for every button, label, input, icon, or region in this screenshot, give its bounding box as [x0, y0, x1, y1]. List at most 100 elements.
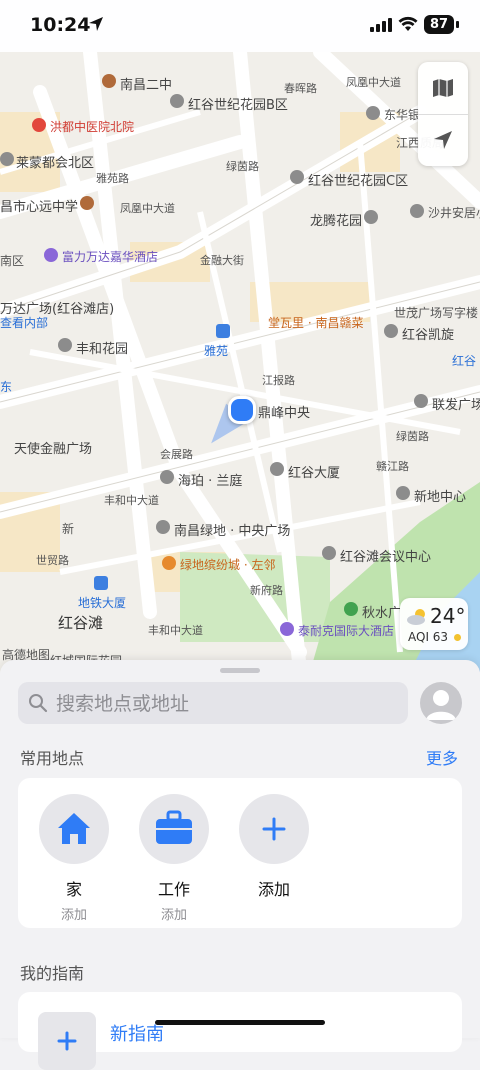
guides-title: 我的指南	[20, 964, 85, 983]
road-label: 绿茵路	[396, 430, 429, 443]
map-label: 海珀 · 兰庭	[178, 474, 243, 489]
road-label: 凤凰中大道	[120, 202, 175, 215]
map-label: 新地中心	[414, 490, 467, 505]
new-guide-thumb	[38, 1012, 96, 1070]
map-label: 红谷滩	[58, 614, 104, 632]
map-label: 绿地缤纷城 · 左邻	[180, 558, 276, 572]
road-label: 金融大街	[200, 254, 244, 267]
favorites-card: 家 添加 工作 添加 添加	[18, 778, 462, 928]
map-label: 莱蒙都会北区	[16, 156, 95, 171]
weather-badge[interactable]: 24° AQI 63	[400, 598, 468, 650]
aqi-status-dot	[454, 634, 461, 641]
map-controls	[418, 62, 468, 166]
favorite-work-circle	[139, 794, 209, 864]
residence-icon	[410, 204, 424, 218]
person-icon	[426, 690, 456, 720]
location-arrow-icon	[89, 17, 103, 31]
map-label: 东	[0, 380, 13, 394]
map-view[interactable]: 南昌二中 红谷世纪花园Β区 凤凰中大道 洪都中医院北院 春晖路 东华银 江西质局…	[0, 52, 480, 672]
favorite-home-circle	[39, 794, 109, 864]
favorite-label: 家	[65, 880, 82, 899]
road-label: 江报路	[262, 374, 295, 387]
favorite-add-circle	[239, 794, 309, 864]
road-label: 赣江路	[376, 460, 409, 473]
map-label: 红谷凯旋	[402, 328, 455, 343]
road-label: 丰和中大道	[148, 624, 203, 637]
metro-station-icon	[216, 324, 230, 338]
shopping-icon	[162, 556, 176, 570]
residence-icon	[290, 170, 304, 184]
home-indicator[interactable]	[155, 1020, 325, 1025]
road-label: 春晖路	[284, 82, 317, 95]
search-icon	[29, 694, 48, 713]
metro-station-icon	[94, 576, 108, 590]
plus-icon	[262, 817, 286, 841]
residence-icon	[156, 520, 170, 534]
map-label: 雅苑	[204, 344, 229, 358]
residence-icon	[364, 210, 378, 224]
map-label: 联发广场	[432, 398, 480, 413]
search-input[interactable]	[54, 682, 398, 726]
poi-icon	[384, 324, 398, 338]
favorite-sub: 添加	[60, 908, 87, 923]
map-mode-button[interactable]	[418, 62, 468, 114]
more-link[interactable]: 更多	[426, 745, 458, 769]
map-label: 世茂广场写字楼	[394, 306, 479, 320]
poi-icon	[366, 106, 380, 120]
road-label: 凤凰中大道	[346, 76, 401, 89]
current-location-dot	[228, 396, 256, 424]
map-label: 堂瓦里 · 南昌赣菜	[268, 316, 364, 330]
favorite-label: 工作	[157, 880, 190, 899]
poi-icon	[414, 394, 428, 408]
map-label: 东华银	[384, 108, 421, 122]
briefcase-icon	[156, 810, 192, 844]
avatar[interactable]	[420, 682, 462, 724]
map-label: 昌市心远中学	[0, 200, 79, 215]
hotel-icon	[280, 622, 294, 636]
residence-icon	[58, 338, 72, 352]
road-label: 丰和中大道	[104, 494, 159, 507]
school-icon	[80, 196, 94, 210]
map-label: 泰耐克国际大酒店	[298, 624, 395, 638]
map-label: 秋水广	[362, 606, 402, 621]
battery-level: 87	[424, 15, 454, 34]
location-arrow-icon	[434, 131, 452, 149]
status-bar: 10:24 87	[0, 0, 480, 52]
favorites-title: 常用地点	[20, 749, 85, 768]
bottom-sheet[interactable]: 常用地点 更多 家 添加 工作 添加 添加 我的指南 新	[0, 660, 480, 1070]
map-label: 南昌二中	[120, 78, 173, 93]
locate-me-button[interactable]	[418, 114, 468, 166]
road-label: 绿茵路	[226, 160, 259, 173]
map-label: 富力万达嘉华酒店	[62, 250, 159, 264]
map-label: 红谷	[452, 354, 477, 368]
hotel-icon	[44, 248, 58, 262]
road-label: 雅苑路	[96, 172, 129, 185]
map-label: 新	[62, 522, 75, 536]
map-label: 鼎峰中央	[258, 406, 311, 421]
favorite-add[interactable]: 添加	[234, 794, 314, 904]
map-label: 洪都中医院北院	[50, 120, 135, 134]
status-time: 10:24	[30, 14, 91, 36]
map-label: 红谷大厦	[288, 466, 341, 481]
map-label: 龙腾花园	[310, 214, 363, 229]
hospital-icon	[32, 118, 46, 132]
temperature: 24°	[430, 604, 466, 628]
favorite-home[interactable]: 家 添加	[34, 794, 114, 923]
battery-tip	[456, 21, 459, 28]
aqi-value: AQI 63	[408, 630, 449, 644]
residence-icon	[270, 462, 284, 476]
favorite-work[interactable]: 工作 添加	[134, 794, 214, 923]
map-label: 南昌绿地 · 中央广场	[174, 524, 291, 539]
search-bar[interactable]	[18, 682, 408, 726]
residence-icon	[160, 470, 174, 484]
school-icon	[102, 74, 116, 88]
map-label: 地铁大厦	[78, 596, 127, 610]
favorite-sub: 添加	[160, 908, 187, 923]
view-inside-link[interactable]: 查看内部	[0, 314, 48, 331]
map-label: 丰和花园	[76, 342, 129, 357]
residence-icon	[396, 486, 410, 500]
wifi-icon	[398, 16, 418, 31]
favorite-label: 添加	[257, 880, 290, 899]
home-icon	[58, 813, 90, 844]
sheet-grabber[interactable]	[220, 668, 260, 673]
